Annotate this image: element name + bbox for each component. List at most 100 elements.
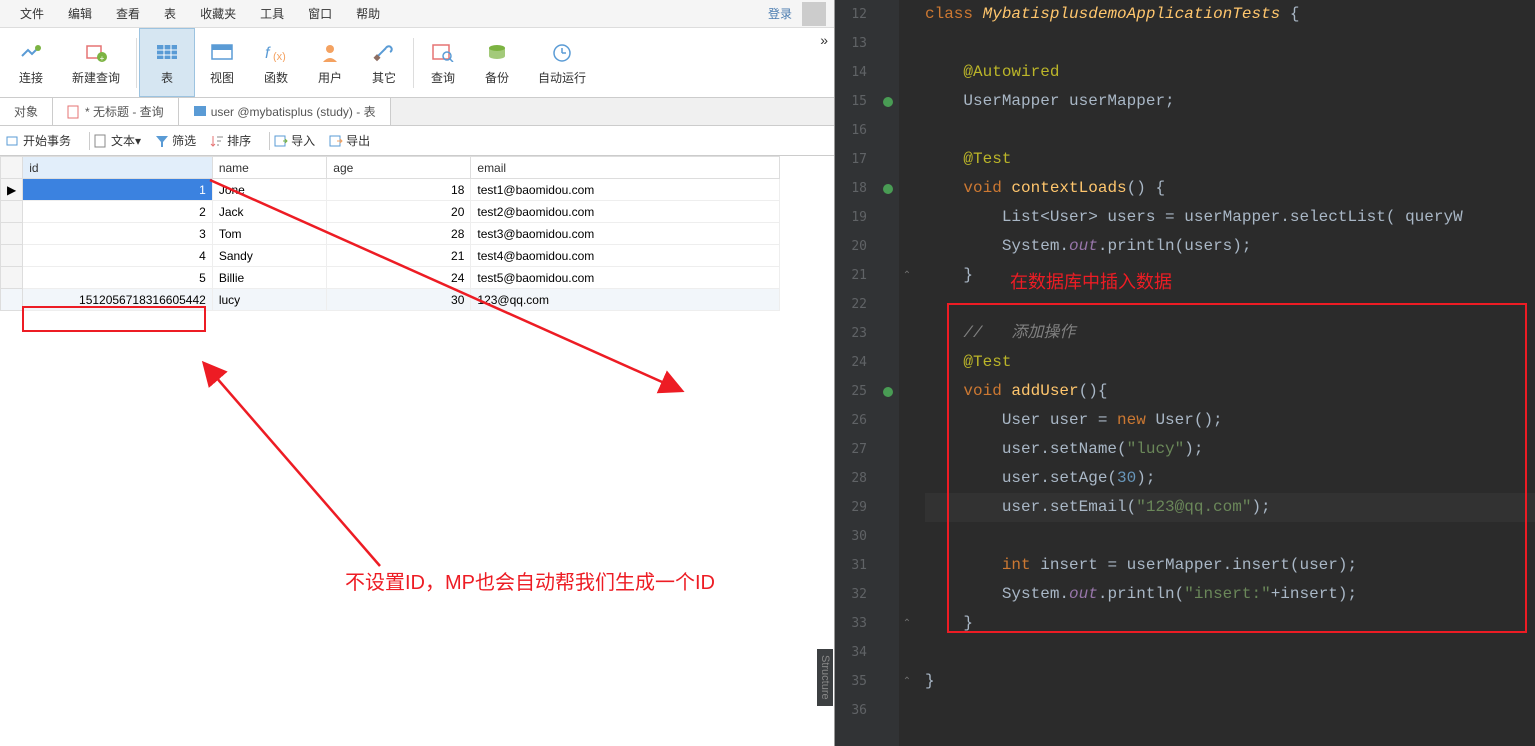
- code-line[interactable]: int insert = userMapper.insert(user);: [925, 551, 1535, 580]
- toolbar-backup[interactable]: 备份: [470, 28, 524, 97]
- cell-id[interactable]: 2: [23, 201, 213, 223]
- fold-marker[interactable]: [899, 290, 915, 319]
- tab-untitled-query[interactable]: * 无标题 - 查询: [53, 98, 179, 125]
- fold-marker[interactable]: ⌃: [899, 609, 915, 638]
- code-line[interactable]: }: [925, 667, 1535, 696]
- toolbar-function[interactable]: f(x) 函数: [249, 28, 303, 97]
- code-line[interactable]: @Test: [925, 145, 1535, 174]
- code-line[interactable]: [925, 29, 1535, 58]
- fold-marker[interactable]: [899, 580, 915, 609]
- cell-name[interactable]: lucy: [212, 289, 326, 311]
- code-line[interactable]: System.out.println(users);: [925, 232, 1535, 261]
- fold-marker[interactable]: [899, 377, 915, 406]
- action-filter[interactable]: 筛选: [155, 132, 196, 149]
- cell-age[interactable]: 30: [327, 289, 471, 311]
- fold-marker[interactable]: [899, 638, 915, 667]
- fold-marker[interactable]: [899, 29, 915, 58]
- code-line[interactable]: class MybatisplusdemoApplicationTests {: [925, 0, 1535, 29]
- fold-marker[interactable]: [899, 116, 915, 145]
- toolbar-query[interactable]: 查询: [416, 28, 470, 97]
- action-text[interactable]: 文本 ▾: [94, 132, 141, 149]
- fold-marker[interactable]: [899, 87, 915, 116]
- fold-marker[interactable]: [899, 696, 915, 725]
- toolbar-other[interactable]: 其它: [357, 28, 411, 97]
- action-sort[interactable]: 排序: [210, 132, 251, 149]
- code-line[interactable]: [925, 638, 1535, 667]
- toolbar-autorun[interactable]: 自动运行: [524, 28, 600, 97]
- cell-name[interactable]: Jack: [212, 201, 326, 223]
- fold-marker[interactable]: [899, 58, 915, 87]
- cell-email[interactable]: test1@baomidou.com: [471, 179, 780, 201]
- cell-age[interactable]: 28: [327, 223, 471, 245]
- code-line[interactable]: void addUser(){: [925, 377, 1535, 406]
- code-line[interactable]: @Autowired: [925, 58, 1535, 87]
- code-line[interactable]: List<User> users = userMapper.selectList…: [925, 203, 1535, 232]
- fold-marker[interactable]: [899, 232, 915, 261]
- table-row[interactable]: 3Tom28test3@baomidou.com: [1, 223, 780, 245]
- cell-age[interactable]: 20: [327, 201, 471, 223]
- fold-marker[interactable]: [899, 464, 915, 493]
- fold-marker[interactable]: [899, 522, 915, 551]
- cell-name[interactable]: Jone: [212, 179, 326, 201]
- fold-marker[interactable]: [899, 493, 915, 522]
- code-line[interactable]: [925, 696, 1535, 725]
- cell-email[interactable]: test2@baomidou.com: [471, 201, 780, 223]
- code-line[interactable]: [925, 116, 1535, 145]
- cell-id[interactable]: 4: [23, 245, 213, 267]
- table-row[interactable]: 4Sandy21test4@baomidou.com: [1, 245, 780, 267]
- cell-name[interactable]: Billie: [212, 267, 326, 289]
- menu-file[interactable]: 文件: [8, 1, 56, 26]
- cell-id[interactable]: 1: [23, 179, 213, 201]
- fold-marker[interactable]: [899, 551, 915, 580]
- toolbar-table[interactable]: 表: [139, 28, 195, 97]
- cell-age[interactable]: 24: [327, 267, 471, 289]
- column-header-email[interactable]: email: [471, 157, 780, 179]
- code-line[interactable]: user.setEmail("123@qq.com");: [925, 493, 1535, 522]
- column-header-id[interactable]: id: [23, 157, 213, 179]
- menu-window[interactable]: 窗口: [296, 1, 344, 26]
- code-line[interactable]: System.out.println("insert:"+insert);: [925, 580, 1535, 609]
- fold-marker[interactable]: ⌃: [899, 667, 915, 696]
- tab-objects[interactable]: 对象: [0, 98, 53, 125]
- menu-edit[interactable]: 编辑: [56, 1, 104, 26]
- fold-marker[interactable]: [899, 319, 915, 348]
- code-line[interactable]: @Test: [925, 348, 1535, 377]
- column-header-name[interactable]: name: [212, 157, 326, 179]
- fold-marker[interactable]: [899, 145, 915, 174]
- fold-marker[interactable]: [899, 174, 915, 203]
- login-link[interactable]: 登录: [758, 1, 802, 26]
- table-row[interactable]: ▶1Jone18test1@baomidou.com: [1, 179, 780, 201]
- cell-email[interactable]: test4@baomidou.com: [471, 245, 780, 267]
- toolbar-user[interactable]: 用户: [303, 28, 357, 97]
- cell-age[interactable]: 18: [327, 179, 471, 201]
- action-begin-transaction[interactable]: 开始事务: [6, 132, 71, 149]
- cell-name[interactable]: Sandy: [212, 245, 326, 267]
- fold-marker[interactable]: [899, 0, 915, 29]
- code-area[interactable]: class MybatisplusdemoApplicationTests { …: [915, 0, 1535, 746]
- fold-marker[interactable]: [899, 203, 915, 232]
- cell-age[interactable]: 21: [327, 245, 471, 267]
- cell-email[interactable]: test3@baomidou.com: [471, 223, 780, 245]
- toolbar-view[interactable]: 视图: [195, 28, 249, 97]
- toolbar-connect[interactable]: 连接: [4, 28, 58, 97]
- code-line[interactable]: void contextLoads() {: [925, 174, 1535, 203]
- code-line[interactable]: user.setAge(30);: [925, 464, 1535, 493]
- fold-marker[interactable]: ⌃: [899, 261, 915, 290]
- cell-email[interactable]: test5@baomidou.com: [471, 267, 780, 289]
- menu-table[interactable]: 表: [152, 1, 188, 26]
- table-row[interactable]: 1512056718316605442lucy30123@qq.com: [1, 289, 780, 311]
- code-line[interactable]: [925, 522, 1535, 551]
- avatar-icon[interactable]: [802, 2, 826, 26]
- cell-name[interactable]: Tom: [212, 223, 326, 245]
- code-line[interactable]: UserMapper userMapper;: [925, 87, 1535, 116]
- cell-id[interactable]: 3: [23, 223, 213, 245]
- menu-view[interactable]: 查看: [104, 1, 152, 26]
- cell-id[interactable]: 5: [23, 267, 213, 289]
- tab-user-table[interactable]: user @mybatisplus (study) - 表: [179, 98, 391, 125]
- code-line[interactable]: }: [925, 609, 1535, 638]
- menu-favorites[interactable]: 收藏夹: [188, 1, 248, 26]
- table-row[interactable]: 5Billie24test5@baomidou.com: [1, 267, 780, 289]
- action-export[interactable]: 导出: [329, 132, 370, 149]
- column-header-age[interactable]: age: [327, 157, 471, 179]
- fold-marker[interactable]: [899, 435, 915, 464]
